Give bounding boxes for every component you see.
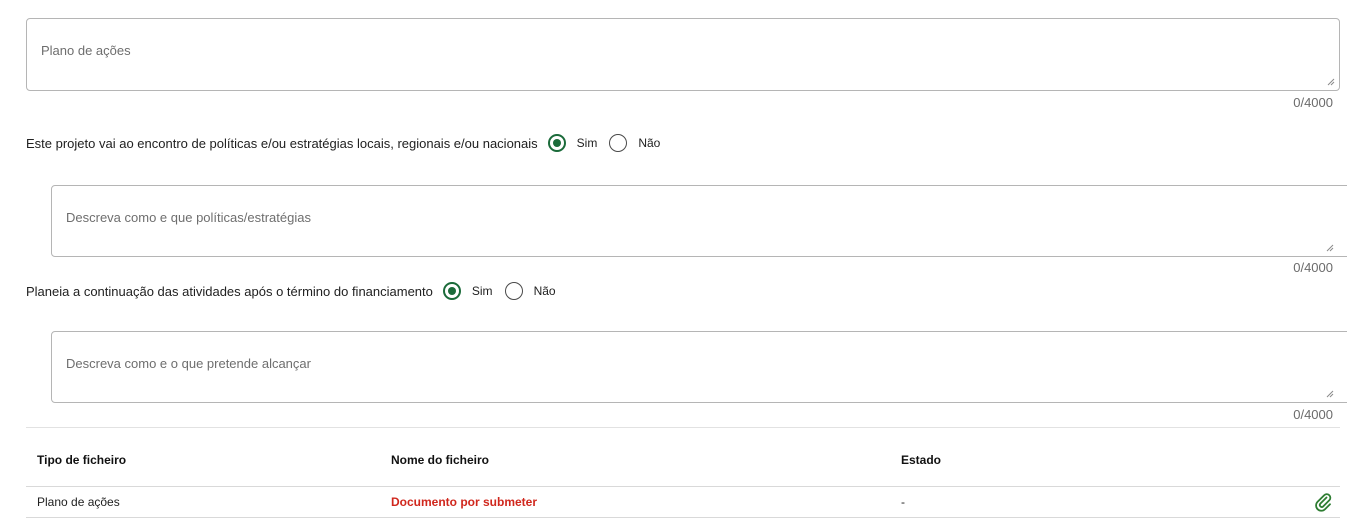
continuation-question-label: Planeia a continuação das atividades apó…	[26, 283, 433, 299]
radio-unchecked-icon	[504, 282, 523, 300]
policies-description-placeholder: Descreva como e que políticas/estratégia…	[66, 210, 311, 225]
continuation-radio-nao[interactable]: Não	[504, 282, 556, 300]
files-table-header: Tipo de ficheiro Nome do ficheiro Estado	[26, 428, 1340, 487]
radio-checked-icon	[442, 282, 461, 300]
policies-radio-sim[interactable]: Sim	[547, 134, 598, 152]
header-status: Estado	[901, 453, 942, 467]
resize-grip-icon[interactable]	[1326, 77, 1335, 86]
table-row: Plano de ações Documento por submeter -	[26, 487, 1340, 518]
policies-radio-nao[interactable]: Não	[609, 134, 660, 152]
policies-question-label: Este projeto vai ao encontro de política…	[26, 135, 538, 151]
continuation-radio-sim-label: Sim	[471, 284, 493, 298]
continuation-question: Planeia a continuação das atividades apó…	[26, 282, 568, 300]
policies-question: Este projeto vai ao encontro de política…	[26, 134, 672, 152]
continuation-description-counter: 0/4000	[1293, 407, 1333, 422]
action-plan-textarea[interactable]: Plano de ações	[26, 18, 1340, 91]
policies-radio-sim-label: Sim	[576, 136, 598, 150]
status-cell: -	[901, 495, 905, 509]
resize-grip-icon[interactable]	[1325, 243, 1334, 252]
file-type-cell: Plano de ações	[37, 495, 120, 509]
files-table: Tipo de ficheiro Nome do ficheiro Estado…	[26, 427, 1340, 518]
policies-radio-nao-label: Não	[638, 136, 661, 150]
radio-checked-icon	[547, 134, 566, 152]
header-file-name: Nome do ficheiro	[391, 453, 490, 467]
paperclip-icon[interactable]	[1314, 492, 1332, 512]
resize-grip-icon[interactable]	[1325, 389, 1334, 398]
continuation-description-placeholder: Descreva como e o que pretende alcançar	[66, 356, 311, 371]
policies-description-counter: 0/4000	[1293, 260, 1333, 275]
radio-unchecked-icon	[609, 134, 628, 152]
policies-description-textarea[interactable]: Descreva como e que políticas/estratégia…	[51, 185, 1347, 257]
action-plan-counter: 0/4000	[1293, 95, 1333, 110]
action-plan-placeholder: Plano de ações	[41, 43, 131, 58]
continuation-description-textarea[interactable]: Descreva como e o que pretende alcançar	[51, 331, 1347, 403]
header-file-type: Tipo de ficheiro	[37, 453, 127, 467]
continuation-radio-sim[interactable]: Sim	[442, 282, 493, 300]
file-name-cell: Documento por submeter	[391, 495, 538, 509]
continuation-radio-nao-label: Não	[533, 284, 556, 298]
